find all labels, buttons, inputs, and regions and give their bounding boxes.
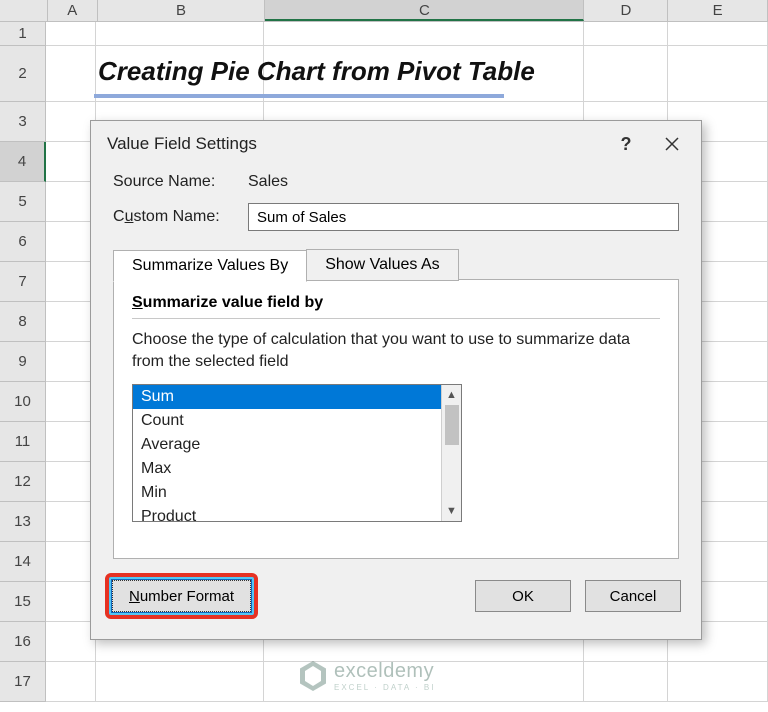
- watermark-brand: exceldemy: [334, 660, 435, 683]
- watermark: exceldemy EXCEL · DATA · BI: [300, 660, 435, 692]
- tab-show-values-as[interactable]: Show Values As: [306, 249, 458, 281]
- row-header-1[interactable]: 1: [0, 22, 46, 46]
- col-header-E[interactable]: E: [668, 0, 768, 21]
- custom-name-input[interactable]: [248, 203, 679, 231]
- row-header-8[interactable]: 8: [0, 302, 46, 342]
- value-field-settings-dialog: Value Field Settings ? Source Name: Sale…: [90, 120, 702, 640]
- ok-button[interactable]: OK: [475, 580, 571, 612]
- col-header-B[interactable]: B: [98, 0, 266, 21]
- row-header-14[interactable]: 14: [0, 542, 46, 582]
- row-header-13[interactable]: 13: [0, 502, 46, 542]
- row-header-15[interactable]: 15: [0, 582, 46, 622]
- list-item[interactable]: Min: [133, 481, 441, 505]
- scroll-thumb[interactable]: [445, 405, 459, 445]
- tab-headers: Summarize Values By Show Values As: [113, 249, 679, 281]
- row-header-16[interactable]: 16: [0, 622, 46, 662]
- scroll-down-icon[interactable]: ▼: [442, 501, 461, 521]
- list-item[interactable]: Max: [133, 457, 441, 481]
- listbox-scrollbar[interactable]: ▲ ▼: [441, 385, 461, 521]
- col-header-A[interactable]: A: [48, 0, 98, 21]
- source-name-label: Source Name:: [113, 173, 248, 191]
- row-header-6[interactable]: 6: [0, 222, 46, 262]
- custom-name-label: Custom Name:: [113, 208, 248, 226]
- number-format-button[interactable]: Number Format: [112, 580, 251, 612]
- tab-pane-summarize: Summarize value field by Choose the type…: [113, 279, 679, 559]
- tab-summarize-values-by[interactable]: Summarize Values By: [113, 250, 307, 282]
- watermark-tagline: EXCEL · DATA · BI: [334, 683, 435, 692]
- calculation-listbox[interactable]: Sum Count Average Max Min Product ▲ ▼: [132, 384, 462, 522]
- row-header-12[interactable]: 12: [0, 462, 46, 502]
- tutorial-highlight: Number Format: [105, 573, 258, 619]
- list-item[interactable]: Sum: [133, 385, 441, 409]
- row-header-4[interactable]: 4: [0, 142, 46, 182]
- row-headers: 1 2 3 4 5 6 7 8 9 10 11 12 13 14 15 16 1…: [0, 22, 46, 702]
- row-header-17[interactable]: 17: [0, 662, 46, 702]
- row-header-3[interactable]: 3: [0, 102, 46, 142]
- watermark-hex-icon: [300, 661, 326, 691]
- list-item[interactable]: Count: [133, 409, 441, 433]
- help-button[interactable]: ?: [603, 124, 649, 164]
- sheet-title: Creating Pie Chart from Pivot Table: [98, 56, 535, 87]
- close-button[interactable]: [649, 124, 695, 164]
- col-header-C[interactable]: C: [265, 0, 584, 21]
- row-header-2[interactable]: 2: [0, 46, 46, 102]
- dialog-title: Value Field Settings: [107, 134, 603, 154]
- section-description: Choose the type of calculation that you …: [132, 329, 660, 374]
- scroll-up-icon[interactable]: ▲: [442, 385, 461, 405]
- row-header-7[interactable]: 7: [0, 262, 46, 302]
- col-header-D[interactable]: D: [584, 0, 668, 21]
- source-name-value: Sales: [248, 173, 288, 191]
- section-title: Summarize value field by: [132, 294, 660, 312]
- cancel-button[interactable]: Cancel: [585, 580, 681, 612]
- row-header-5[interactable]: 5: [0, 182, 46, 222]
- list-item[interactable]: Average: [133, 433, 441, 457]
- row-header-9[interactable]: 9: [0, 342, 46, 382]
- dialog-titlebar[interactable]: Value Field Settings ?: [91, 121, 701, 167]
- select-all-corner[interactable]: [0, 0, 48, 21]
- row-header-11[interactable]: 11: [0, 422, 46, 462]
- column-headers: A B C D E: [0, 0, 768, 22]
- close-icon: [664, 136, 680, 152]
- row-header-10[interactable]: 10: [0, 382, 46, 422]
- list-item[interactable]: Product: [133, 505, 441, 521]
- title-underline: [94, 94, 504, 98]
- dialog-footer: Number Format OK Cancel: [91, 573, 701, 639]
- section-rule: [132, 318, 660, 319]
